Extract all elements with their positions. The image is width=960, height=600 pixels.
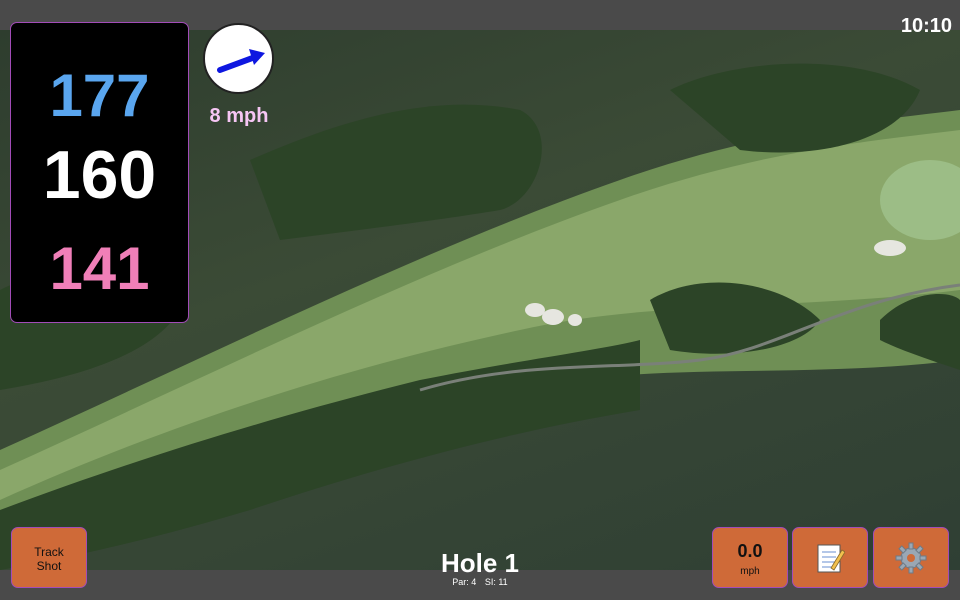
notepad-icon xyxy=(817,544,845,572)
hole-title: Hole 1 xyxy=(440,548,520,578)
notes-button[interactable] xyxy=(792,527,868,588)
track-shot-button[interactable]: Track Shot xyxy=(11,527,87,588)
clock: 10:10 xyxy=(900,15,952,37)
speed-value: 0.0 xyxy=(737,541,763,561)
distance-back: 177 xyxy=(49,62,150,129)
wind-indicator[interactable] xyxy=(203,23,274,94)
speed-unit: mph xyxy=(740,566,760,577)
hole-si: SI: 11 xyxy=(484,577,508,587)
wind-speed: 8 mph xyxy=(209,105,269,127)
distance-middle: 160 xyxy=(42,137,157,213)
hole-par: Par: 4 xyxy=(452,577,477,587)
distance-panel: 177 160 141 xyxy=(10,22,189,323)
wind-direction-arrow-icon xyxy=(217,49,265,73)
gear-icon xyxy=(895,542,927,573)
hole-info: Par: 4 SI: 11 xyxy=(380,577,580,587)
track-shot-label: Track Shot xyxy=(34,545,64,573)
distance-front: 141 xyxy=(49,235,150,302)
settings-button[interactable] xyxy=(873,527,949,588)
speed-button[interactable]: 0.0 mph xyxy=(712,527,788,588)
